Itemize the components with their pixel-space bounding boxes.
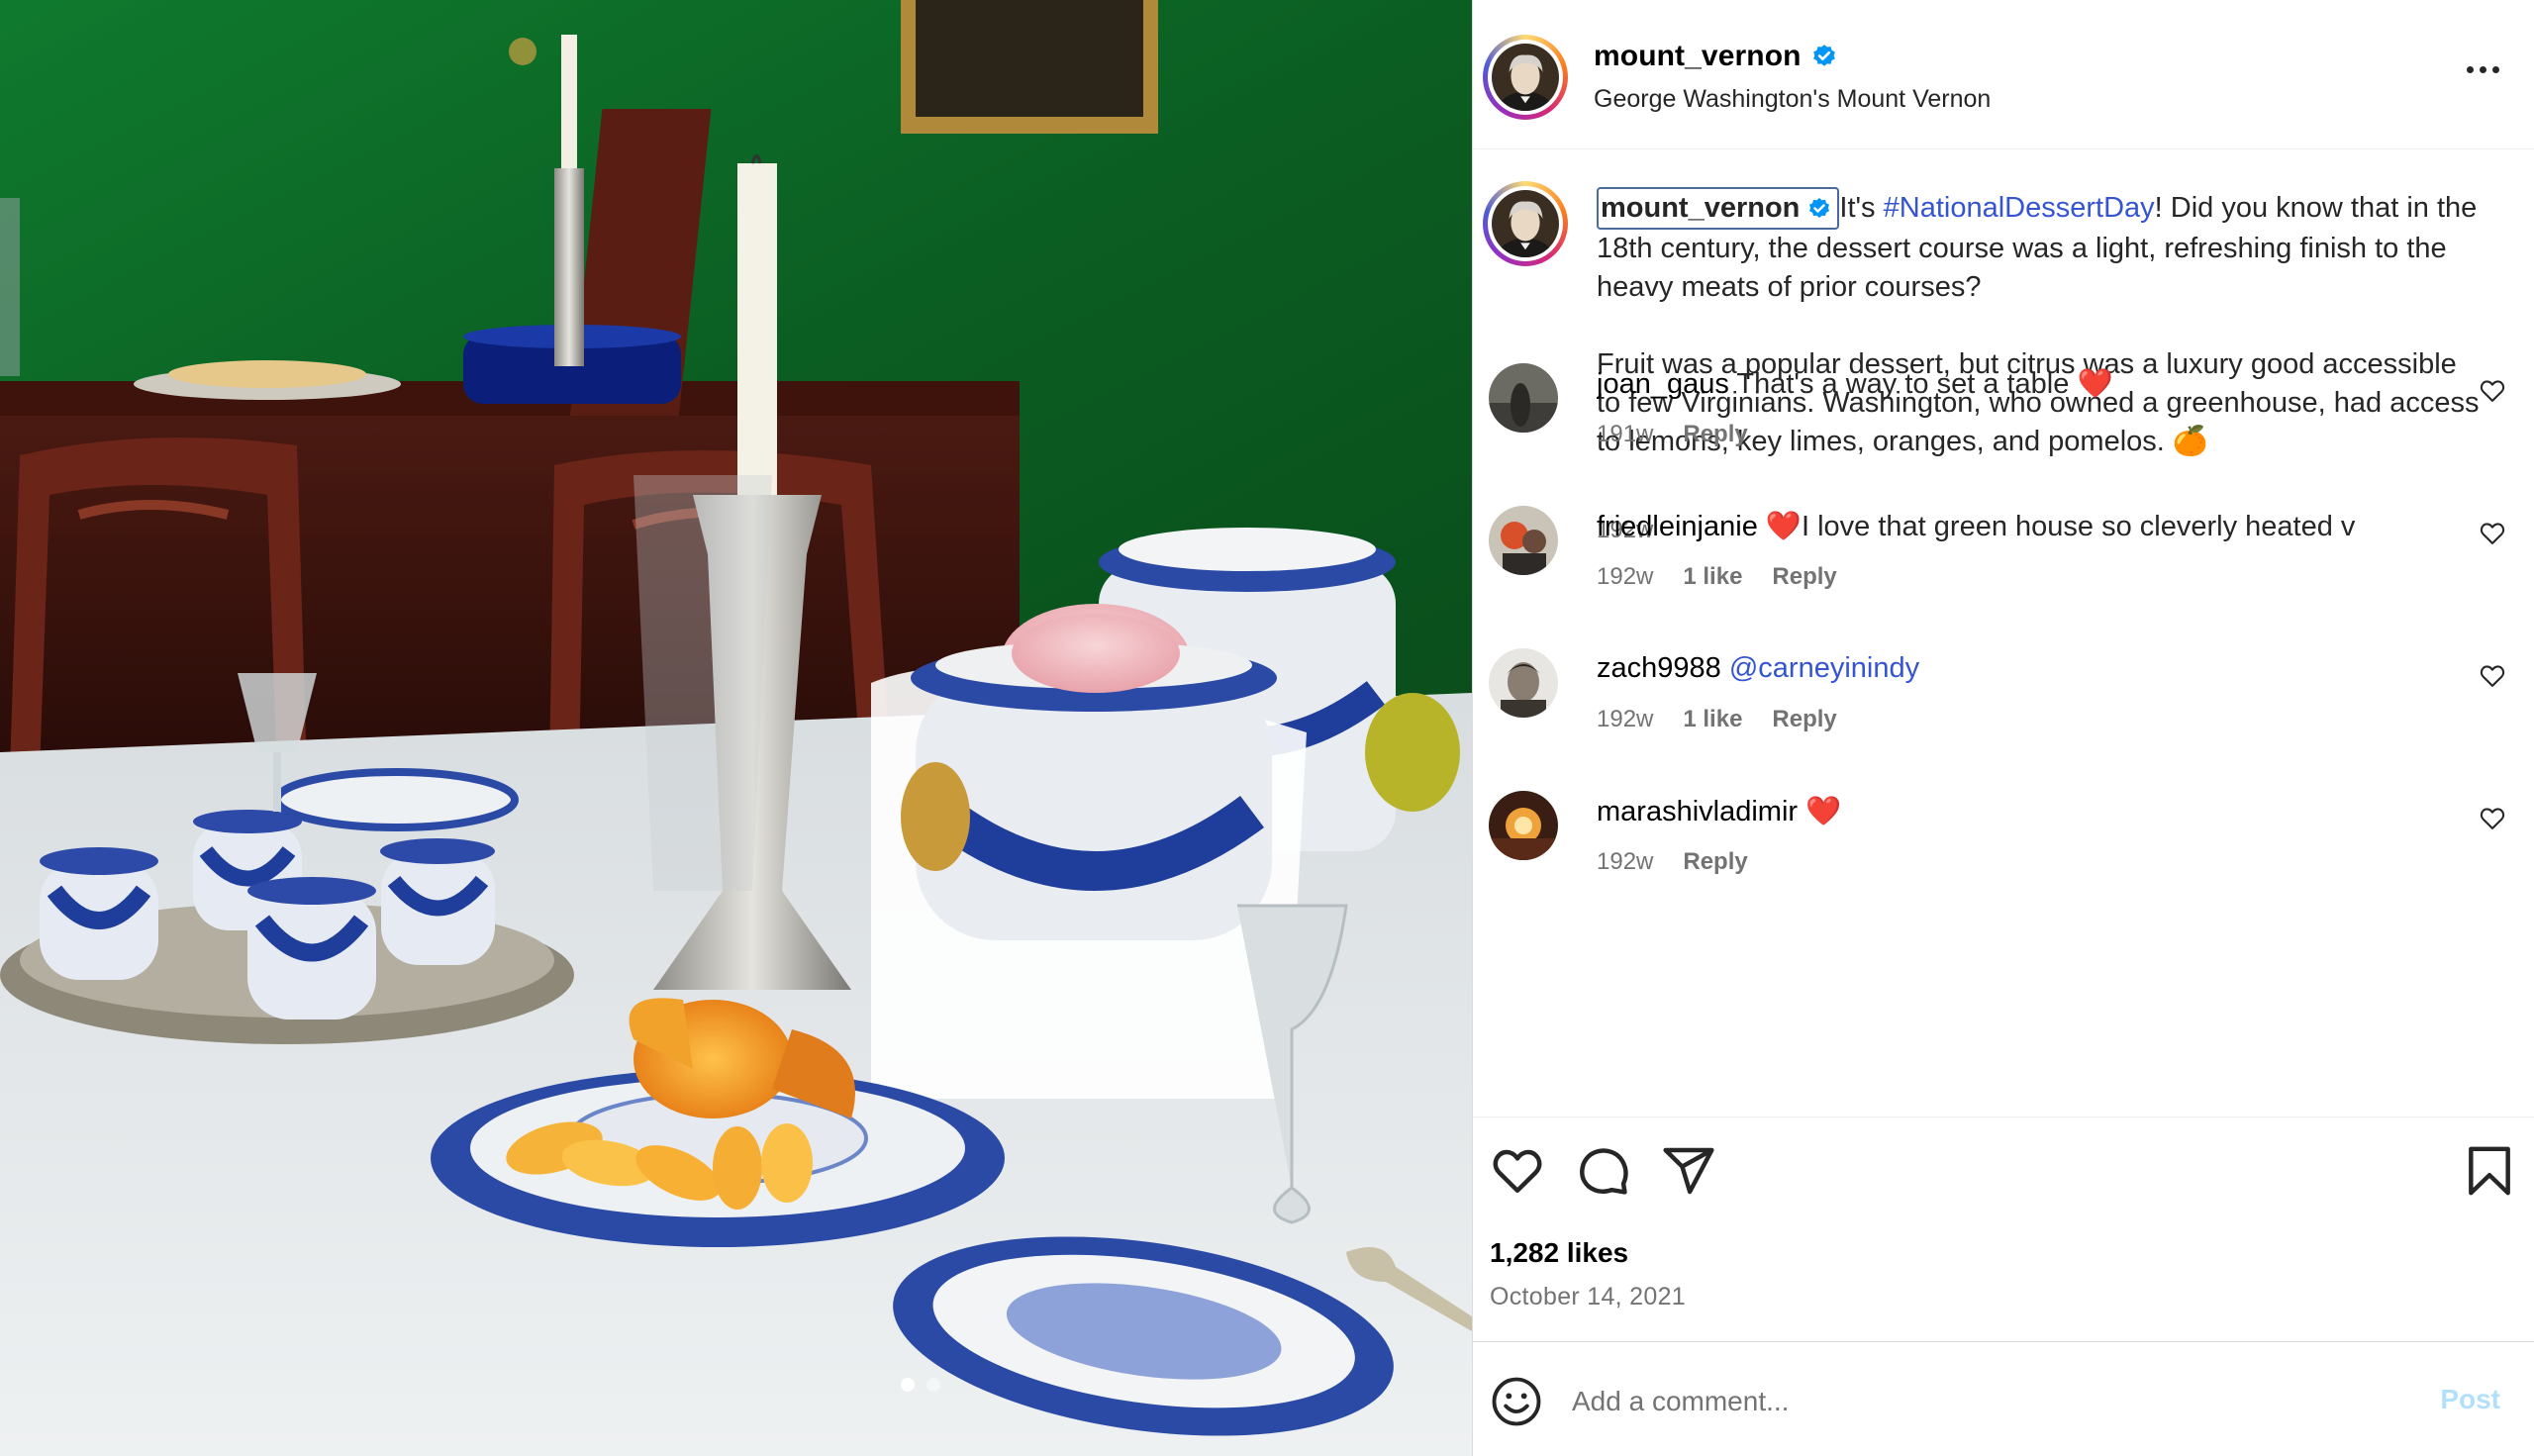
comment-item: friedleinjanie ❤️I love that green house… <box>1473 506 2534 625</box>
post-action-bar <box>1473 1143 2534 1203</box>
author-username-text[interactable]: mount_vernon <box>1594 40 1802 73</box>
comment-username[interactable]: zach9988 <box>1597 652 1721 684</box>
comment-body: joan_gaus That's a way to set a table ❤️ <box>1597 367 2418 401</box>
caption-avatar[interactable] <box>1483 181 1568 266</box>
commenter-avatar[interactable] <box>1489 791 1558 860</box>
reply-button[interactable]: Reply <box>1772 706 1836 733</box>
comment-icon <box>1580 1148 1628 1195</box>
like-comment-heart-icon[interactable] <box>2479 805 2506 832</box>
washington-portrait-icon <box>1492 44 1559 111</box>
comment-likes-count[interactable]: 1 like <box>1683 563 1742 591</box>
carousel-dot[interactable] <box>926 1378 940 1392</box>
carousel-indicator[interactable] <box>901 1378 940 1392</box>
post-date[interactable]: October 14, 2021 <box>1490 1283 1686 1311</box>
comment-meta: 192w Reply <box>1597 848 1748 876</box>
author-subtitle[interactable]: George Washington's Mount Vernon <box>1594 85 1991 114</box>
like-button[interactable] <box>1490 1143 1545 1199</box>
like-comment-heart-icon[interactable] <box>2479 662 2506 690</box>
carousel-dot-active[interactable] <box>901 1378 915 1392</box>
likes-count[interactable]: 1,282 likes <box>1490 1237 1628 1269</box>
comment-body: marashivladimir ❤️ <box>1597 795 2418 828</box>
user-photo-icon <box>1489 363 1558 433</box>
more-options-button[interactable] <box>2461 59 2504 79</box>
post-comment-button[interactable]: Post <box>2440 1384 2500 1415</box>
reply-button[interactable]: Reply <box>1772 563 1836 591</box>
comment-time[interactable]: 191w <box>1597 421 1653 448</box>
washington-portrait-icon <box>1492 190 1559 257</box>
comment-mention-link[interactable]: @carneyinindy <box>1729 652 1919 684</box>
author-avatar[interactable] <box>1483 35 1568 120</box>
more-options-icon <box>2466 65 2474 73</box>
bookmark-icon <box>2469 1146 2510 1196</box>
share-icon <box>1663 1147 1714 1195</box>
comment-body: friedleinjanie ❤️I love that green house… <box>1597 510 2418 543</box>
actions-divider <box>1473 1116 2534 1117</box>
comment-time[interactable]: 192w <box>1597 706 1653 733</box>
comment-button[interactable] <box>1576 1143 1631 1199</box>
comment-username[interactable]: friedleinjanie <box>1597 511 1758 542</box>
heart-icon <box>1493 1149 1542 1194</box>
verified-badge-icon <box>1809 197 1830 218</box>
caption-text-pre: It's <box>1839 192 1884 224</box>
reply-button[interactable]: Reply <box>1683 848 1747 876</box>
composer-divider <box>1473 1341 2534 1342</box>
user-photo-icon <box>1489 648 1558 718</box>
user-photo-icon <box>1489 791 1558 860</box>
dessert-table-image <box>0 0 1472 1456</box>
commenter-avatar[interactable] <box>1489 648 1558 718</box>
comment-text: ❤️ <box>1805 796 1842 827</box>
user-photo-icon <box>1489 506 1558 575</box>
reply-button[interactable]: Reply <box>1683 421 1747 448</box>
comment-likes-count[interactable]: 1 like <box>1683 706 1742 733</box>
like-comment-heart-icon[interactable] <box>2479 520 2506 547</box>
comment-meta: 191w Reply <box>1597 421 1748 448</box>
comment-text: That's a way to set a table ❤️ <box>1736 368 2113 400</box>
comment-item: joan_gaus That's a way to set a table ❤️… <box>1473 363 2534 482</box>
instagram-post-view: mount_vernon George Washington's Mount V… <box>0 0 2534 1456</box>
comments-scroll-area[interactable]: mount_vernon It's #NationalDessertDay! Di… <box>1473 148 2534 1116</box>
comment-item: marashivladimir ❤️ 192w Reply <box>1473 791 2534 910</box>
commenter-avatar[interactable] <box>1489 363 1558 433</box>
caption-username[interactable]: mount_vernon <box>1597 187 1840 230</box>
save-button[interactable] <box>2462 1143 2517 1199</box>
comment-item: zach9988 @carneyinindy 192w 1 like Reply <box>1473 648 2534 767</box>
post-photo[interactable] <box>0 0 1472 1456</box>
comment-time[interactable]: 192w <box>1597 563 1653 591</box>
share-button[interactable] <box>1661 1143 1716 1199</box>
commenter-avatar[interactable] <box>1489 506 1558 575</box>
add-comment-input[interactable] <box>1572 1378 2344 1425</box>
caption-hashtag-link[interactable]: #NationalDessertDay <box>1884 192 2155 224</box>
author-username[interactable]: mount_vernon <box>1594 40 1837 73</box>
comment-meta: 192w 1 like Reply <box>1597 563 1837 591</box>
comment-text: ❤️I love that green house so cleverly he… <box>1765 511 2356 542</box>
comment-time[interactable]: 192w <box>1597 848 1653 876</box>
comment-username[interactable]: marashivladimir <box>1597 796 1798 827</box>
comment-username[interactable]: joan_gaus <box>1597 368 1729 400</box>
comment-body: zach9988 @carneyinindy <box>1597 652 2418 685</box>
like-comment-heart-icon[interactable] <box>2479 377 2506 405</box>
emoji-picker-button[interactable] <box>1490 1375 1543 1428</box>
post-details-panel: mount_vernon George Washington's Mount V… <box>1472 0 2534 1456</box>
comment-meta: 192w 1 like Reply <box>1597 706 1837 733</box>
emoji-smile-icon <box>1492 1377 1541 1426</box>
verified-badge-icon <box>1812 45 1835 66</box>
